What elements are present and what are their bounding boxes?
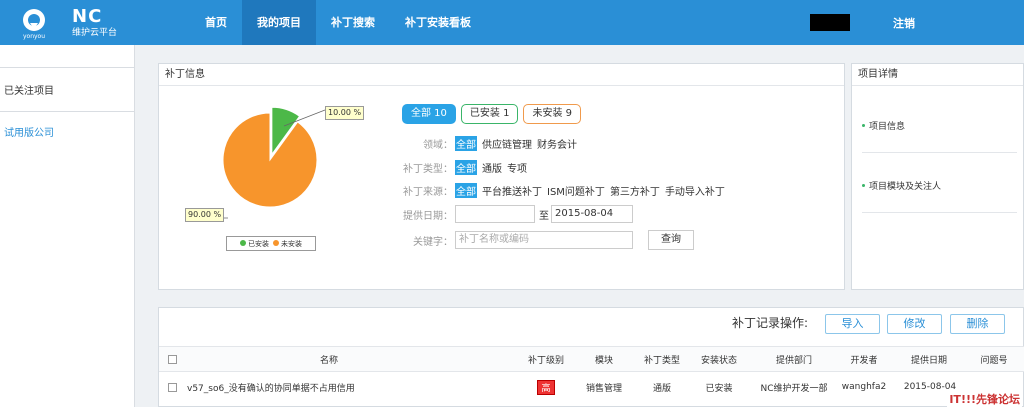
detail-item-modules[interactable]: 项目模块及关注人: [862, 179, 941, 192]
date-separator: 至: [539, 210, 549, 222]
domain-tag-all[interactable]: 全部: [455, 136, 477, 151]
filter-installed-button[interactable]: 已安装 1: [460, 104, 519, 124]
col-name[interactable]: 名称: [309, 353, 349, 366]
date-label: 提供日期：: [403, 210, 453, 222]
col-level[interactable]: 补丁级别: [521, 353, 571, 366]
filter-domain-row: 领域： 全部 供应链管理 财务会计: [397, 136, 582, 151]
status-filter: 全部 10 已安装 1 未安装 9: [402, 104, 581, 124]
col-issue[interactable]: 问题号: [969, 353, 1019, 366]
nav-patch-board[interactable]: 补丁安装看板: [390, 0, 486, 45]
pie-legend: 已安装 未安装: [226, 236, 316, 251]
source-label: 补丁来源：: [403, 187, 453, 198]
user-name-redacted[interactable]: [810, 14, 850, 31]
filter-all-button[interactable]: 全部 10: [402, 104, 456, 124]
main-nav: 首页 我的项目 补丁搜索 补丁安装看板: [190, 0, 486, 45]
select-all-checkbox[interactable]: [168, 354, 177, 364]
row-type: 通版: [652, 383, 671, 394]
source-tag-ism[interactable]: ISM问题补丁: [547, 183, 605, 198]
edit-button[interactable]: 修改: [887, 314, 942, 334]
nav-patch-search[interactable]: 补丁搜索: [316, 0, 390, 45]
patch-records-panel: 补丁记录操作: 导入 修改 删除 名称 补丁级别 模块 补丁类型 安装状态 提供…: [158, 307, 1024, 407]
project-detail-panel: 项目详情 项目信息 项目模块及关注人: [851, 63, 1024, 290]
cloud-logo-icon: yonyou: [23, 9, 45, 40]
type-tag-special[interactable]: 专项: [507, 160, 527, 175]
source-tag-all[interactable]: 全部: [455, 183, 477, 198]
source-tag-manual[interactable]: 手动导入补丁: [665, 183, 725, 198]
keyword-input[interactable]: 补丁名称或编码: [455, 231, 633, 249]
nav-home[interactable]: 首页: [190, 0, 242, 45]
type-tag-general[interactable]: 通版: [482, 160, 502, 175]
detail-divider: [862, 152, 1017, 153]
date-from-input[interactable]: [455, 205, 535, 223]
brand-subtitle: 维护云平台: [72, 28, 118, 38]
records-ops-label: 补丁记录操作:: [732, 316, 809, 330]
source-tag-third-party[interactable]: 第三方补丁: [610, 183, 660, 198]
logout-link[interactable]: 注销: [893, 15, 915, 31]
panel-title: 项目详情: [852, 64, 1023, 86]
row-module: 销售管理: [585, 383, 622, 394]
col-developer[interactable]: 开发者: [844, 353, 884, 366]
bullet-icon: [862, 184, 865, 187]
bullet-icon: [862, 124, 865, 127]
col-dept[interactable]: 提供部门: [759, 353, 829, 366]
import-button[interactable]: 导入: [825, 314, 880, 334]
domain-label: 领域：: [423, 140, 453, 151]
detail-divider: [862, 212, 1017, 213]
brand[interactable]: NC 维护云平台: [72, 6, 117, 38]
domain-tag-finance[interactable]: 财务会计: [537, 136, 577, 151]
records-table-header: 名称 补丁级别 模块 补丁类型 安装状态 提供部门 开发者 提供日期 问题号: [159, 346, 1024, 372]
legend-dot-installed: [240, 239, 246, 246]
type-label: 补丁类型：: [403, 164, 453, 175]
nav-my-projects[interactable]: 我的项目: [242, 0, 316, 45]
col-module[interactable]: 模块: [584, 353, 624, 366]
filter-date-row: 提供日期： 至 2015-08-04: [397, 205, 633, 223]
sidebar-item-trial-company[interactable]: 试用版公司: [0, 112, 134, 147]
row-level-cell: 高: [531, 379, 561, 395]
legend-dot-not-installed: [273, 239, 279, 246]
col-date[interactable]: 提供日期: [904, 353, 954, 366]
panel-title: 补丁信息: [159, 64, 844, 86]
keyword-label: 关键字：: [413, 236, 453, 248]
query-button[interactable]: 查询: [648, 230, 694, 250]
date-to-input[interactable]: 2015-08-04: [551, 205, 633, 223]
sidebar-item-followed-projects[interactable]: 已关注项目: [0, 68, 134, 111]
row-developer: wanghfa2: [841, 382, 887, 392]
pie-callout-installed: 10.00 %: [325, 106, 365, 120]
delete-button[interactable]: 删除: [950, 314, 1005, 334]
filter-not-installed-button[interactable]: 未安装 9: [523, 104, 581, 124]
detail-item-project-info[interactable]: 项目信息: [862, 119, 905, 132]
forum-watermark: IT!!!先锋论坛: [947, 391, 1022, 407]
legend-not-installed: 未安装: [273, 239, 302, 249]
pie-callout-not-installed: 90.00 %: [185, 208, 225, 222]
brand-name: NC: [72, 6, 103, 27]
col-status[interactable]: 安装状态: [694, 353, 744, 366]
row-dept: NC维护开发一部: [760, 383, 828, 394]
row-status: 已安装: [705, 383, 733, 394]
logo-caption: yonyou: [23, 33, 45, 40]
filter-source-row: 补丁来源： 全部 平台推送补丁 ISM问题补丁 第三方补丁 手动导入补丁: [397, 183, 730, 198]
domain-tag-supply-chain[interactable]: 供应链管理: [482, 136, 532, 151]
source-tag-platform[interactable]: 平台推送补丁: [482, 183, 542, 198]
col-type[interactable]: 补丁类型: [637, 353, 687, 366]
row-checkbox[interactable]: [168, 382, 177, 392]
filter-keyword-row: 关键字： 补丁名称或编码 查询: [397, 230, 694, 250]
level-badge: 高: [537, 379, 555, 395]
type-tag-all[interactable]: 全部: [455, 160, 477, 175]
filter-type-row: 补丁类型： 全部 通版 专项: [397, 160, 532, 175]
sidebar: 已关注项目 试用版公司: [0, 45, 135, 407]
table-row[interactable]: v57_so6_没有确认的协同单据不占用信用 高 销售管理 通版 已安装 NC维…: [159, 374, 1024, 400]
row-name[interactable]: v57_so6_没有确认的协同单据不占用信用: [187, 381, 387, 394]
top-bar: yonyou NC 维护云平台 首页 我的项目 补丁搜索 补丁安装看板 注销: [0, 0, 1024, 45]
legend-installed: 已安装: [240, 239, 269, 249]
